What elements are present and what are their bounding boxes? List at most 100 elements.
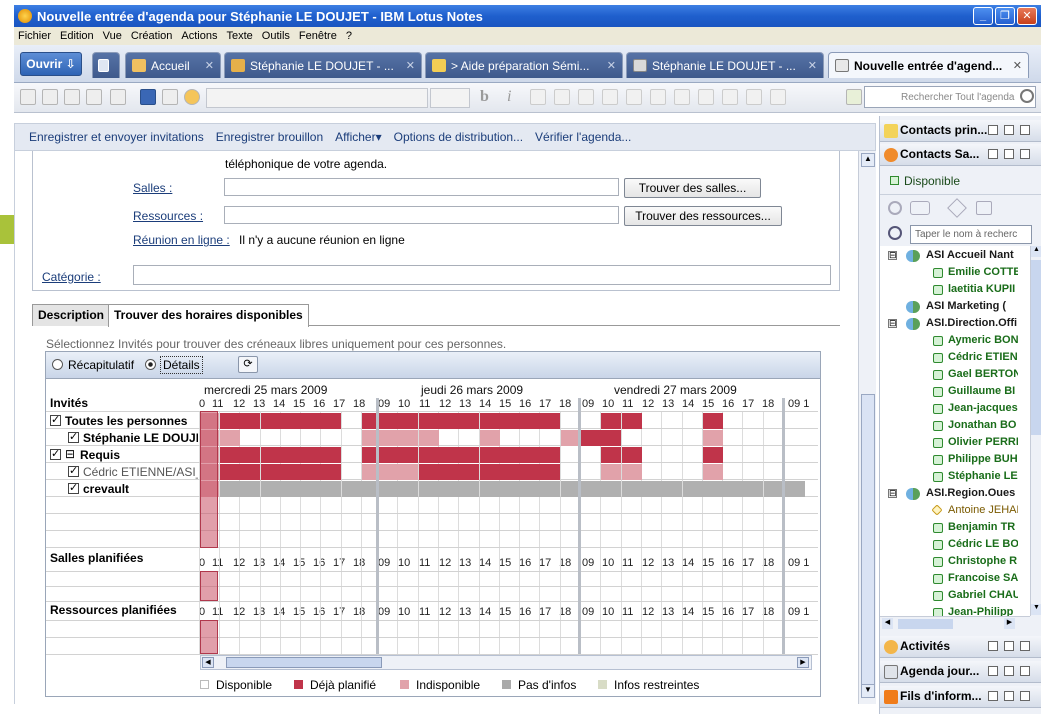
resources-link[interactable]: Ressources : (133, 209, 203, 223)
scroll-down-icon[interactable]: ▼ (1031, 604, 1041, 615)
save-icon[interactable] (140, 89, 156, 105)
announce-icon[interactable] (976, 201, 992, 215)
contact-group[interactable]: ASI Marketing ( (926, 300, 1018, 312)
tab-calendar[interactable]: Stéphanie LE DOUJET - ... ✕ (626, 52, 824, 78)
contact-name[interactable]: Emilie COTTE (948, 266, 1018, 278)
find-resources-button[interactable]: Trouver des ressources... (624, 206, 782, 226)
text-properties-icon[interactable] (770, 89, 786, 105)
panel-option-icon[interactable] (1004, 149, 1014, 159)
online-meeting-link[interactable]: Réunion en ligne : (133, 233, 230, 247)
contact-name[interactable]: Philippe BUHI (948, 453, 1018, 465)
contact-group[interactable]: ASI.Region.Oues (926, 487, 1018, 499)
delivery-options-button[interactable]: Options de distribution... (394, 130, 523, 144)
panel-option-icon[interactable] (1020, 125, 1030, 135)
contact-tree-scrollbar[interactable]: ▲ ▼ (1030, 246, 1041, 616)
contact-name[interactable]: Cédric ETIENN (948, 351, 1018, 363)
collapse-icon[interactable]: ⊟ (888, 319, 897, 328)
search-scope-icon[interactable] (846, 89, 862, 105)
menu-fichier[interactable]: Fichier (18, 30, 51, 42)
style-select[interactable] (206, 88, 428, 108)
align-justify-icon[interactable] (698, 89, 714, 105)
scroll-left-icon[interactable]: ◀ (882, 618, 893, 629)
minimize-button[interactable]: _ (973, 7, 993, 25)
contact-name[interactable]: Jonathan BO (948, 419, 1018, 431)
sidebar-activities[interactable]: Activités (880, 636, 1041, 658)
align-center-icon[interactable] (650, 89, 666, 105)
contact-name[interactable]: Gael BERTON (948, 368, 1018, 380)
contact-name[interactable]: Jean-jacques (948, 402, 1018, 414)
bullets-icon[interactable] (602, 89, 618, 105)
sidebar-contacts-main[interactable]: Contacts prin... (880, 120, 1041, 142)
print-icon[interactable] (162, 89, 178, 105)
close-tab-icon[interactable]: ✕ (205, 59, 214, 72)
contact-name[interactable]: Benjamin TR (948, 521, 1018, 533)
save-send-invitations-button[interactable]: Enregistrer et envoyer invitations (29, 130, 204, 144)
panel-option-icon[interactable] (1004, 641, 1014, 651)
cut-icon[interactable] (20, 89, 36, 105)
tab-description[interactable]: Description (32, 304, 111, 326)
switch-view-button[interactable] (92, 52, 120, 78)
contact-name[interactable]: Antoine JEHAN (948, 504, 1018, 516)
close-tab-icon[interactable]: ✕ (1013, 59, 1022, 72)
spacing-icon[interactable] (746, 89, 762, 105)
panel-option-icon[interactable] (1020, 666, 1030, 676)
scroll-right-icon[interactable]: ▶ (1004, 618, 1015, 629)
search-icon[interactable] (1020, 89, 1034, 103)
sidebar-agenda[interactable]: Agenda jour... (880, 661, 1041, 683)
close-window-button[interactable]: ✕ (1017, 7, 1037, 25)
bold-button[interactable]: b (480, 88, 489, 106)
scroll-up-icon[interactable]: ▲ (1031, 246, 1041, 257)
refresh-icon[interactable]: ⟳ (238, 356, 258, 373)
panel-option-icon[interactable] (988, 149, 998, 159)
panel-option-icon[interactable] (988, 125, 998, 135)
indent-left-icon[interactable] (554, 89, 570, 105)
highlight-icon[interactable] (530, 89, 546, 105)
category-link[interactable]: Catégorie : (42, 270, 101, 284)
tab-mail[interactable]: Stéphanie LE DOUJET - ... ✕ (224, 52, 422, 78)
menu-creation[interactable]: Création (131, 30, 173, 42)
phone-icon[interactable] (910, 201, 930, 215)
close-tab-icon[interactable]: ✕ (808, 59, 817, 72)
chat-icon[interactable] (888, 201, 902, 215)
copy-icon[interactable] (42, 89, 58, 105)
indent-right-icon[interactable] (578, 89, 594, 105)
new-icon[interactable] (110, 89, 126, 105)
scroll-thumb[interactable] (861, 394, 875, 694)
contact-name[interactable]: Aymeric BON (948, 334, 1018, 346)
menu-outils[interactable]: Outils (262, 30, 290, 42)
status-select[interactable]: Disponible (888, 172, 984, 190)
details-radio[interactable] (145, 359, 156, 370)
contact-search-input[interactable]: Taper le nom à recherc (910, 225, 1032, 244)
panel-option-icon[interactable] (1004, 125, 1014, 135)
tab-new-entry[interactable]: Nouvelle entrée d'agend... ✕ (828, 52, 1029, 78)
contact-name[interactable]: Stéphanie LE (948, 470, 1018, 482)
category-field[interactable] (133, 265, 831, 285)
contact-name[interactable]: laetitia KUPII (948, 283, 1018, 295)
menu-texte[interactable]: Texte (226, 30, 252, 42)
close-tab-icon[interactable]: ✕ (406, 59, 415, 72)
contact-name[interactable]: Guillaume BI (948, 385, 1018, 397)
summary-radio[interactable] (52, 359, 63, 370)
resources-field[interactable] (224, 206, 619, 224)
panel-option-icon[interactable] (988, 666, 998, 676)
collapse-icon[interactable]: ⊟ (888, 251, 897, 260)
rooms-field[interactable] (224, 178, 619, 196)
panel-option-icon[interactable] (1020, 641, 1030, 651)
contact-name[interactable]: Cédric LE BOF (948, 538, 1018, 550)
panel-option-icon[interactable] (1020, 149, 1030, 159)
menu-help[interactable]: ? (346, 30, 352, 42)
panel-option-icon[interactable] (1004, 691, 1014, 701)
check-calendar-button[interactable]: Vérifier l'agenda... (535, 130, 631, 144)
panel-option-icon[interactable] (1020, 691, 1030, 701)
contact-tree-hscrollbar[interactable]: ◀ ▶ (880, 616, 1030, 630)
rooms-link[interactable]: Salles : (133, 181, 172, 195)
sidebar-feeds[interactable]: Fils d'inform... (880, 686, 1041, 708)
contact-name[interactable]: Francoise SA (948, 572, 1018, 584)
close-tab-icon[interactable]: ✕ (607, 59, 616, 72)
find-rooms-button[interactable]: Trouver des salles... (624, 178, 761, 198)
smiley-icon[interactable] (184, 89, 200, 105)
panel-option-icon[interactable] (988, 691, 998, 701)
scroll-down-icon[interactable]: ▼ (861, 684, 875, 698)
contact-name[interactable]: Christophe R (948, 555, 1018, 567)
menu-actions[interactable]: Actions (181, 30, 217, 42)
